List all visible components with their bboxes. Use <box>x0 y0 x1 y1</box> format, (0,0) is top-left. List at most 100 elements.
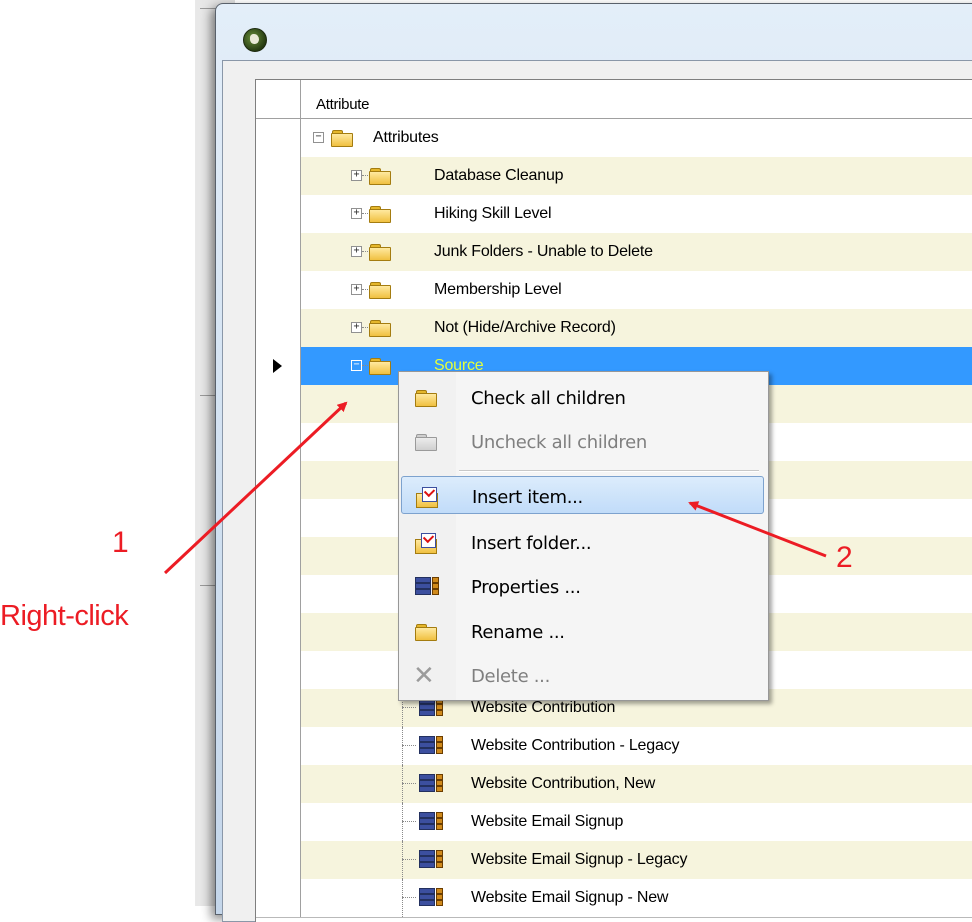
tree-connector <box>402 745 416 746</box>
row-selector[interactable] <box>256 651 301 689</box>
tree-node-label: Hiking Skill Level <box>434 205 552 222</box>
row-selector[interactable] <box>256 803 301 841</box>
expand-icon[interactable]: + <box>351 208 362 219</box>
tree-connector <box>402 859 416 860</box>
tree-cell: Website Email Signup - Legacy <box>301 841 972 879</box>
tree-row[interactable]: Website Contribution - Legacy <box>256 727 972 766</box>
menu-item-insert-folder[interactable]: Insert folder... <box>401 523 764 561</box>
tree-connector <box>402 765 403 803</box>
tree-node-label: Website Contribution, New <box>471 775 656 792</box>
tree-cell: + Membership Level <box>301 271 972 309</box>
tree-cell: − Attributes <box>301 119 972 157</box>
row-selector[interactable] <box>256 119 301 157</box>
folder-icon <box>415 390 439 410</box>
row-selector[interactable] <box>256 423 301 461</box>
folder-icon <box>369 358 391 375</box>
row-selector[interactable] <box>256 233 301 271</box>
annotation-right-click: Right-click <box>0 600 129 632</box>
tree-connector <box>402 841 403 879</box>
tree-node-label: Database Cleanup <box>434 167 564 184</box>
row-selector[interactable] <box>256 613 301 651</box>
tree-cell: + Junk Folders - Unable to Delete <box>301 233 972 271</box>
delete-x-icon: ✕ <box>413 661 435 691</box>
row-selector[interactable] <box>256 765 301 803</box>
row-selector[interactable] <box>256 271 301 309</box>
row-selector[interactable] <box>256 461 301 499</box>
menu-item-label: Uncheck all children <box>471 432 647 453</box>
insert-item-icon <box>416 485 440 508</box>
row-selector[interactable] <box>256 347 301 385</box>
tree-row[interactable]: + Database Cleanup <box>256 157 972 196</box>
tree-node-label: Website Contribution - Legacy <box>471 737 680 754</box>
tree-node-label: Website Email Signup <box>471 813 624 830</box>
tree-node-label: Website Email Signup - New <box>471 889 669 906</box>
menu-item-check-all-children[interactable]: Check all children <box>401 378 764 416</box>
expand-icon[interactable]: + <box>351 170 362 181</box>
tree-connector <box>402 897 416 898</box>
tree-cell: Website Contribution, New <box>301 765 972 803</box>
row-selector[interactable] <box>256 879 301 917</box>
annotation-step-1: 1 <box>112 526 129 559</box>
tree-connector <box>402 783 416 784</box>
tree-row[interactable]: Website Contribution, New <box>256 765 972 804</box>
attribute-field-icon <box>419 736 443 756</box>
tree-connector <box>402 707 416 708</box>
row-selector[interactable] <box>256 689 301 727</box>
expand-icon[interactable]: + <box>351 284 362 295</box>
menu-item-rename[interactable]: Rename ... <box>401 612 764 650</box>
attribute-column-header[interactable]: Attribute <box>316 96 369 113</box>
tree-node-label: Junk Folders - Unable to Delete <box>434 243 653 260</box>
tree-row[interactable]: Website Email Signup - New <box>256 879 972 918</box>
tree-row[interactable]: − Attributes <box>256 119 972 158</box>
tree-row[interactable]: Website Email Signup <box>256 803 972 842</box>
folder-icon <box>369 206 391 223</box>
row-selector[interactable] <box>256 499 301 537</box>
menu-item-label: Rename ... <box>471 622 565 643</box>
row-selector[interactable] <box>256 195 301 233</box>
folder-icon <box>369 282 391 299</box>
row-selector[interactable] <box>256 385 301 423</box>
menu-item-label: Delete ... <box>471 666 551 687</box>
tree-cell: + Hiking Skill Level <box>301 195 972 233</box>
properties-icon <box>415 577 439 597</box>
expand-icon[interactable]: + <box>351 246 362 257</box>
row-selector[interactable] <box>256 575 301 613</box>
tree-connector <box>402 879 403 917</box>
menu-item-label: Properties ... <box>471 577 581 598</box>
collapse-icon[interactable]: − <box>313 132 324 143</box>
tree-row[interactable]: + Not (Hide/Archive Record) <box>256 309 972 348</box>
row-selector[interactable] <box>256 841 301 879</box>
menu-separator <box>459 470 759 472</box>
row-selector[interactable] <box>256 157 301 195</box>
row-selector[interactable] <box>256 309 301 347</box>
tree-cell: + Database Cleanup <box>301 157 972 195</box>
menu-item-label: Insert item... <box>472 487 583 508</box>
tree-row[interactable]: Website Email Signup - Legacy <box>256 841 972 880</box>
current-row-pointer-icon <box>273 359 282 373</box>
folder-icon <box>369 168 391 185</box>
tree-cell: Website Contribution - Legacy <box>301 727 972 765</box>
menu-item-delete[interactable]: ✕ Delete ... <box>401 656 764 694</box>
menu-item-label: Check all children <box>471 388 626 409</box>
row-selector-header <box>256 80 301 118</box>
app-logo-icon[interactable] <box>243 28 267 52</box>
menu-item-properties[interactable]: Properties ... <box>401 567 764 605</box>
menu-item-uncheck-all-children[interactable]: Uncheck all children <box>401 422 764 460</box>
expand-icon[interactable]: + <box>351 322 362 333</box>
tree-row[interactable]: + Hiking Skill Level <box>256 195 972 234</box>
tree-connector <box>402 727 403 765</box>
tree-cell: + Not (Hide/Archive Record) <box>301 309 972 347</box>
row-selector[interactable] <box>256 537 301 575</box>
grid-header: Attribute <box>256 80 972 119</box>
tree-node-label: Website Contribution <box>471 699 616 716</box>
attribute-field-icon <box>419 698 443 718</box>
collapse-icon[interactable]: − <box>351 360 362 371</box>
row-selector[interactable] <box>256 727 301 765</box>
menu-item-insert-item[interactable]: Insert item... <box>401 476 764 514</box>
tree-row[interactable]: + Junk Folders - Unable to Delete <box>256 233 972 272</box>
context-menu: Check all children Uncheck all children … <box>398 371 769 701</box>
attribute-field-icon <box>419 812 443 832</box>
folder-icon <box>331 130 353 147</box>
tree-cell: Website Email Signup - New <box>301 879 972 917</box>
tree-row[interactable]: + Membership Level <box>256 271 972 310</box>
